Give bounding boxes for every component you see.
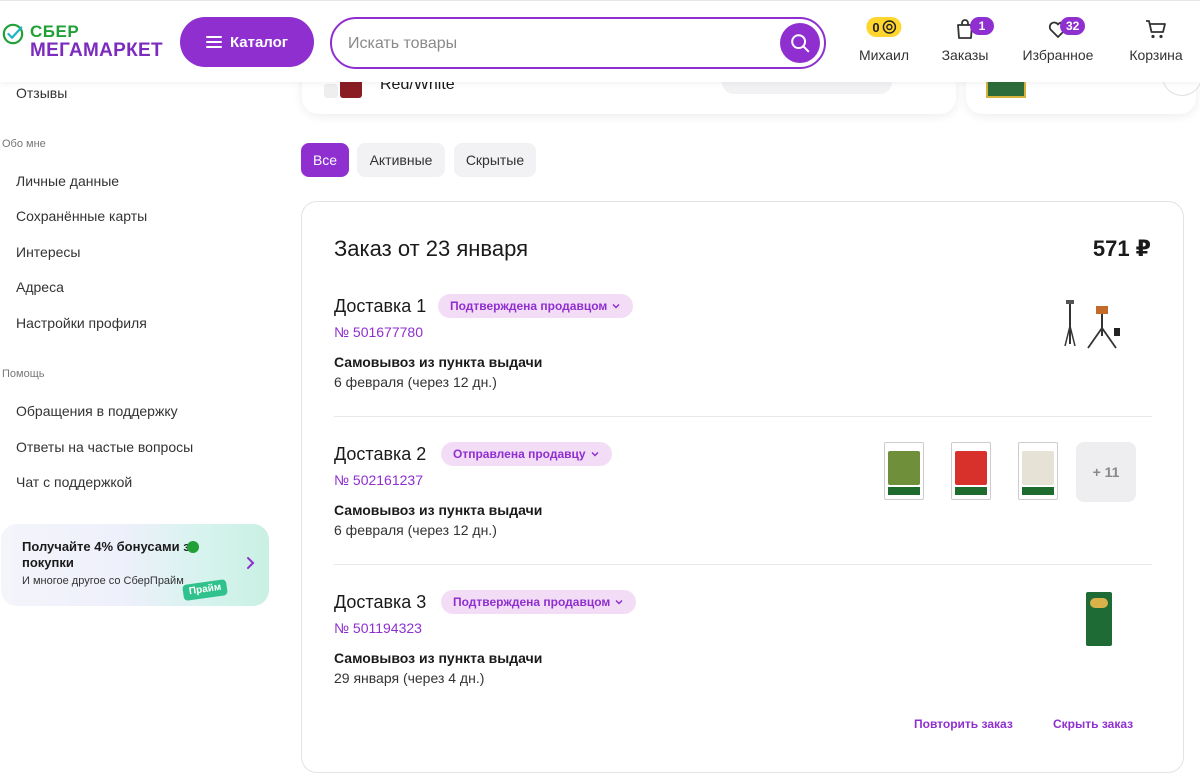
filter-all[interactable]: Все (301, 143, 349, 177)
sidebar-item-interests[interactable]: Интересы (16, 244, 80, 260)
delivery-method: Самовывоз из пункта выдачи (334, 354, 543, 370)
bonus-icon (882, 20, 897, 34)
delivery-block: Доставка 2 Отправлена продавцу № 5021612… (334, 442, 1152, 592)
filter-hidden-label: Скрытые (465, 152, 525, 168)
more-products-count: + 11 (1092, 464, 1120, 480)
sidebar-item-saved-cards[interactable]: Сохранённые карты (16, 208, 147, 224)
delivery-status-text: Подтверждена продавцом (453, 595, 611, 609)
delivery-method: Самовывоз из пункта выдачи (334, 650, 543, 666)
hide-order-button[interactable]: Скрыть заказ (1053, 717, 1133, 731)
promo-subtitle: И многое другое со СберПрайм (22, 575, 184, 587)
orders-link[interactable]: 1 Заказы (934, 15, 996, 69)
catalog-button[interactable]: Каталог (180, 17, 314, 67)
chevron-right-icon (247, 557, 255, 569)
search-input[interactable] (348, 31, 768, 57)
prime-badge: Прайм (182, 578, 229, 602)
sber-logo-icon (2, 23, 24, 45)
sidebar-section-help: Помощь (2, 368, 45, 380)
chevron-down-icon (615, 599, 623, 605)
orders-label: Заказы (941, 47, 989, 63)
bonus-value: 0 (872, 19, 880, 35)
delivery-method: Самовывоз из пункта выдачи (334, 502, 543, 518)
order-title[interactable]: Заказ от 23 января (334, 236, 528, 262)
product-thumbnail-green-pack[interactable] (1068, 590, 1128, 650)
delivery-title: Доставка 1 (334, 296, 427, 316)
profile-label: Михаил (858, 47, 910, 63)
bonus-balance: 0 (866, 17, 902, 37)
delivery-divider (334, 416, 1152, 417)
filter-active-label: Активные (369, 152, 433, 168)
product-thumbnail-seeds-cauliflower[interactable] (1008, 442, 1068, 502)
sidebar-item-profile-settings[interactable]: Настройки профиля (16, 315, 147, 331)
sberprime-promo-banner[interactable]: Получайте 4% бонусами за покупки И много… (1, 524, 269, 606)
product-thumbnail-shadow (324, 84, 338, 98)
filter-hidden[interactable]: Скрытые (454, 143, 536, 177)
delivery-date: 6 февраля (через 12 дн.) (334, 522, 497, 538)
app-root: Red/White СБЕР МЕГАМАРКЕТ Каталог Искать… (0, 0, 1200, 782)
delivery-status-badge[interactable]: Отправлена продавцу (441, 442, 612, 466)
delivery-block: Доставка 1 Подтверждена продавцом № 5016… (334, 294, 1152, 444)
delivery-title: Доставка 3 (334, 592, 427, 612)
delivery-number[interactable]: № 502161237 (334, 472, 423, 488)
search-button[interactable] (780, 23, 820, 63)
chevron-down-icon (612, 303, 620, 309)
promo-bonus-icon (187, 541, 199, 553)
favorites-label: Избранное (1022, 47, 1094, 63)
delivery-status-badge[interactable]: Подтверждена продавцом (438, 294, 634, 318)
tripod-image (1064, 300, 1120, 349)
menu-icon (205, 36, 222, 48)
sidebar-item-support-chat[interactable]: Чат с поддержкой (16, 474, 132, 490)
product-thumbnail-tripod[interactable] (1062, 296, 1122, 356)
logo-text-bottom: МЕГАМАРКЕТ (30, 40, 163, 61)
sidebar-section-about: Обо мне (2, 138, 46, 150)
sidebar-item-personal-data[interactable]: Личные данные (16, 173, 119, 189)
more-products-button[interactable]: + 11 (1076, 442, 1136, 502)
delivery-divider (334, 564, 1152, 565)
sidebar-item-faq[interactable]: Ответы на частые вопросы (16, 439, 193, 455)
orders-badge: 1 (970, 17, 994, 35)
cart-label: Корзина (1129, 47, 1183, 63)
product-thumbnail-seeds-pepper[interactable] (941, 442, 1001, 502)
filter-all-label: Все (312, 152, 338, 168)
sber-megamarket-logo[interactable]: СБЕР МЕГАМАРКЕТ (2, 21, 172, 61)
cart-link[interactable]: Корзина (1124, 15, 1188, 69)
product-thumbnail-seeds-cucumber[interactable] (874, 442, 934, 502)
search-bar (330, 17, 826, 69)
profile-menu[interactable]: 0 Михаил (852, 15, 916, 69)
logo-text-top: СБЕР (30, 22, 80, 41)
chevron-down-icon (591, 451, 599, 457)
favorites-badge: 32 (1060, 17, 1086, 35)
seed-pack-image (1086, 592, 1112, 646)
filter-active[interactable]: Активные (357, 143, 445, 177)
sidebar-item-addresses[interactable]: Адреса (16, 279, 64, 295)
order-total: 571 ₽ (1092, 236, 1151, 261)
delivery-status-badge[interactable]: Подтверждена продавцом (441, 590, 637, 614)
delivery-date: 29 января (через 4 дн.) (334, 670, 485, 686)
delivery-status-text: Подтверждена продавцом (450, 299, 608, 313)
favorites-link[interactable]: 32 Избранное (1016, 15, 1100, 69)
delivery-block: Доставка 3 Подтверждена продавцом № 5011… (334, 590, 1152, 740)
delivery-number[interactable]: № 501194323 (334, 620, 422, 636)
delivery-number[interactable]: № 501677780 (334, 324, 423, 340)
site-header: СБЕР МЕГАМАРКЕТ Каталог 0 (0, 0, 1200, 82)
sidebar-item-reviews[interactable]: Отзывы (16, 85, 67, 101)
product-thumbnail-green (986, 80, 1026, 98)
seed-pack-image (884, 442, 924, 500)
repeat-order-button[interactable]: Повторить заказ (914, 717, 1013, 731)
sidebar-item-support-requests[interactable]: Обращения в поддержку (16, 403, 178, 419)
seed-pack-image (951, 442, 991, 500)
promo-title: Получайте 4% бонусами за покупки (22, 539, 197, 570)
seed-pack-image (1018, 442, 1058, 500)
order-card: Заказ от 23 января 571 ₽ Доставка 1 Подт… (301, 201, 1184, 773)
search-icon (791, 34, 810, 53)
delivery-date: 6 февраля (через 12 дн.) (334, 374, 497, 390)
delivery-status-text: Отправлена продавцу (453, 447, 586, 461)
delivery-title: Доставка 2 (334, 444, 427, 464)
cart-icon (1146, 20, 1166, 39)
catalog-label: Каталог (229, 33, 289, 51)
